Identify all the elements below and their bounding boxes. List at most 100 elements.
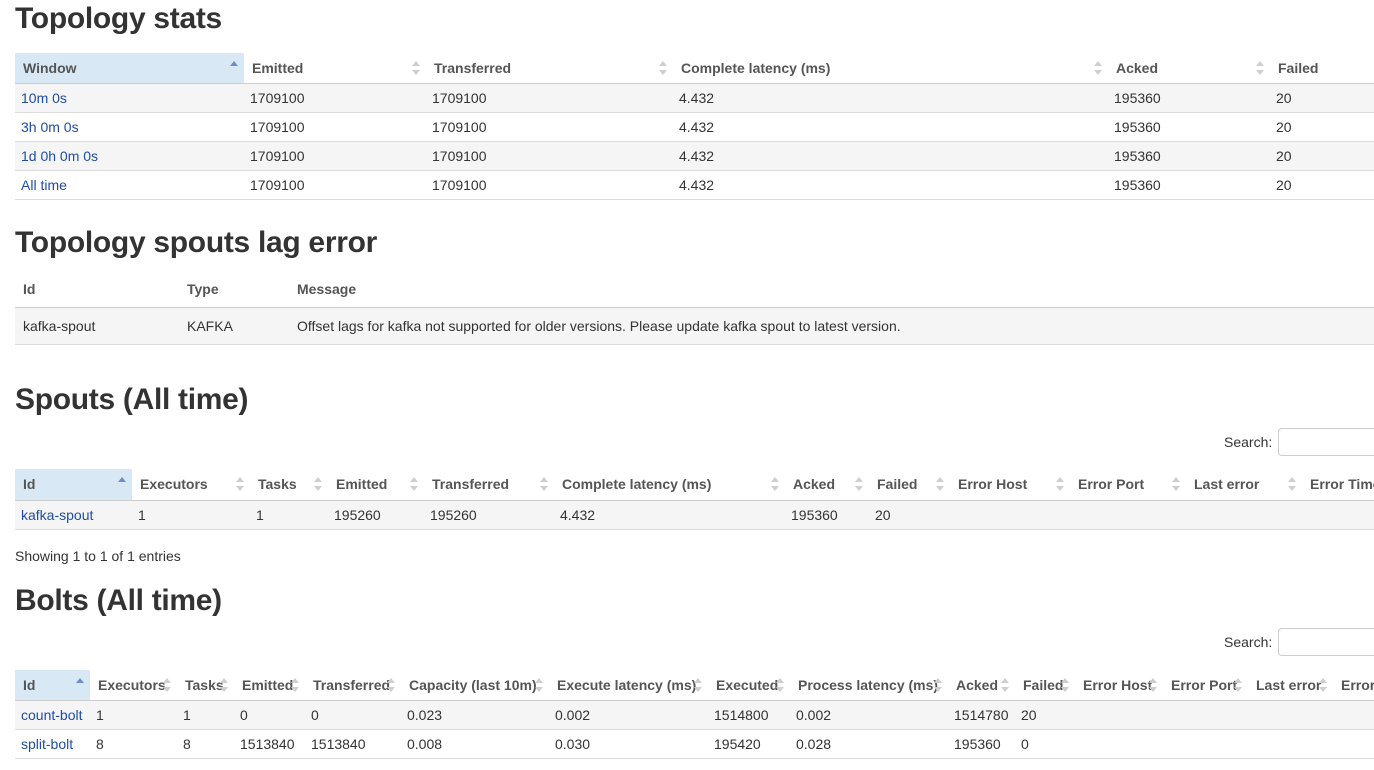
cell-executors: 1 [132, 500, 250, 530]
window-link[interactable]: 3h 0m 0s [21, 119, 79, 135]
sort-icon [1288, 477, 1296, 492]
window-link[interactable]: 10m 0s [21, 90, 67, 106]
col-header-tasks[interactable]: Tasks [250, 469, 328, 501]
topology-stats-table: Window Emitted Transferred Complete late… [15, 53, 1374, 200]
cell-error-time [1333, 729, 1374, 759]
col-header-window[interactable]: Window [15, 53, 244, 84]
col-header-failed[interactable]: Failed [1015, 670, 1075, 701]
sort-icon [1061, 677, 1069, 692]
cell-error-host [1075, 729, 1163, 759]
col-header-acked[interactable]: Acked [948, 670, 1015, 701]
table-row: 3h 0m 0s 1709100 1709100 4.432 195360 20 [15, 112, 1374, 142]
sort-icon [291, 677, 299, 692]
col-header-acked[interactable]: Acked [1108, 53, 1270, 84]
cell-acked: 195360 [785, 500, 869, 530]
cell-process-latency: 0.028 [790, 729, 948, 759]
table-row: All time 1709100 1709100 4.432 195360 20 [15, 170, 1374, 200]
col-header-last-error[interactable]: Last error [1186, 469, 1302, 501]
cell-failed: 20 [1270, 83, 1374, 113]
table-row: split-bolt 8 8 1513840 1513840 0.008 0.0… [15, 729, 1374, 759]
sort-asc-icon [118, 477, 126, 491]
spouts-search-input[interactable] [1278, 428, 1374, 456]
cell-last-error [1248, 700, 1333, 730]
bolts-search-input[interactable] [1278, 628, 1374, 656]
cell-error-host [1075, 700, 1163, 730]
sort-icon [776, 677, 784, 692]
cell-emitted: 1709100 [244, 112, 426, 142]
col-header-error-host[interactable]: Error Host [1075, 670, 1163, 701]
cell-failed: 0 [1015, 729, 1075, 759]
cell-emitted: 1513840 [234, 729, 305, 759]
sort-icon [934, 677, 942, 692]
col-header-error-time[interactable]: Error Time [1333, 670, 1374, 701]
cell-acked: 195360 [1108, 83, 1270, 113]
cell-execute-latency: 0.002 [549, 700, 708, 730]
cell-complete-latency: 4.432 [554, 500, 785, 530]
bolt-id-link[interactable]: count-bolt [21, 707, 82, 723]
col-header-process-latency[interactable]: Process latency (ms) [790, 670, 948, 701]
col-header-failed[interactable]: Failed [869, 469, 950, 501]
cell-error-port [1163, 700, 1248, 730]
spouts-lag-title: Topology spouts lag error [15, 226, 377, 259]
cell-message: Offset lags for kafka not supported for … [289, 307, 1374, 345]
col-header-transferred[interactable]: Transferred [426, 53, 673, 84]
col-header-executed[interactable]: Executed [708, 670, 790, 701]
sort-icon [314, 477, 322, 492]
col-header-tasks[interactable]: Tasks [177, 670, 234, 701]
cell-emitted: 1709100 [244, 141, 426, 171]
table-row: kafka-spout KAFKA Offset lags for kafka … [15, 307, 1374, 345]
sort-icon [1094, 60, 1102, 75]
cell-tasks: 8 [177, 729, 234, 759]
col-header-transferred[interactable]: Transferred [424, 469, 554, 501]
sort-icon [1056, 477, 1064, 492]
col-header-error-host[interactable]: Error Host [950, 469, 1070, 501]
col-header-id[interactable]: Id [15, 469, 132, 501]
col-header-error-port[interactable]: Error Port [1070, 469, 1186, 501]
cell-failed: 20 [869, 500, 950, 530]
sort-icon [236, 477, 244, 492]
col-header-emitted[interactable]: Emitted [234, 670, 305, 701]
col-header-emitted[interactable]: Emitted [328, 469, 424, 501]
cell-transferred: 1513840 [305, 729, 401, 759]
cell-transferred: 1709100 [426, 170, 673, 200]
col-header-error-time[interactable]: Error Time [1302, 469, 1374, 501]
sort-icon [1319, 677, 1327, 692]
sort-icon [1001, 677, 1009, 692]
cell-last-error [1186, 500, 1302, 530]
col-header-complete-latency[interactable]: Complete latency (ms) [673, 53, 1108, 84]
col-header-type: Type [179, 272, 289, 308]
col-header-execute-latency[interactable]: Execute latency (ms) [549, 670, 708, 701]
cell-complete-latency: 4.432 [673, 141, 1108, 171]
sort-icon [659, 60, 667, 75]
cell-error-time [1302, 500, 1374, 530]
spout-id-link[interactable]: kafka-spout [21, 507, 93, 523]
cell-complete-latency: 4.432 [673, 83, 1108, 113]
cell-emitted: 1709100 [244, 170, 426, 200]
window-link[interactable]: 1d 0h 0m 0s [21, 148, 98, 164]
col-header-capacity[interactable]: Capacity (last 10m) [401, 670, 549, 701]
col-header-id[interactable]: Id [15, 670, 90, 701]
sort-icon [694, 677, 702, 692]
table-row: 10m 0s 1709100 1709100 4.432 195360 20 [15, 83, 1374, 113]
window-link[interactable]: All time [21, 177, 67, 193]
table-row: 1d 0h 0m 0s 1709100 1709100 4.432 195360… [15, 141, 1374, 171]
col-header-executors[interactable]: Executors [132, 469, 250, 501]
col-header-failed[interactable]: Failed [1270, 53, 1374, 84]
col-header-acked[interactable]: Acked [785, 469, 869, 501]
cell-transferred: 0 [305, 700, 401, 730]
cell-type: KAFKA [179, 307, 289, 345]
cell-executors: 1 [90, 700, 177, 730]
cell-acked: 195360 [1108, 141, 1270, 171]
col-header-executors[interactable]: Executors [90, 670, 177, 701]
cell-failed: 20 [1270, 141, 1374, 171]
col-header-transferred[interactable]: Transferred [305, 670, 401, 701]
col-header-error-port[interactable]: Error Port [1163, 670, 1248, 701]
bolt-id-link[interactable]: split-bolt [21, 736, 73, 752]
cell-tasks: 1 [177, 700, 234, 730]
sort-icon [220, 677, 228, 692]
col-header-emitted[interactable]: Emitted [244, 53, 426, 84]
sort-icon [540, 477, 548, 492]
col-header-complete-latency[interactable]: Complete latency (ms) [554, 469, 785, 501]
sort-icon [412, 60, 420, 75]
col-header-last-error[interactable]: Last error [1248, 670, 1333, 701]
